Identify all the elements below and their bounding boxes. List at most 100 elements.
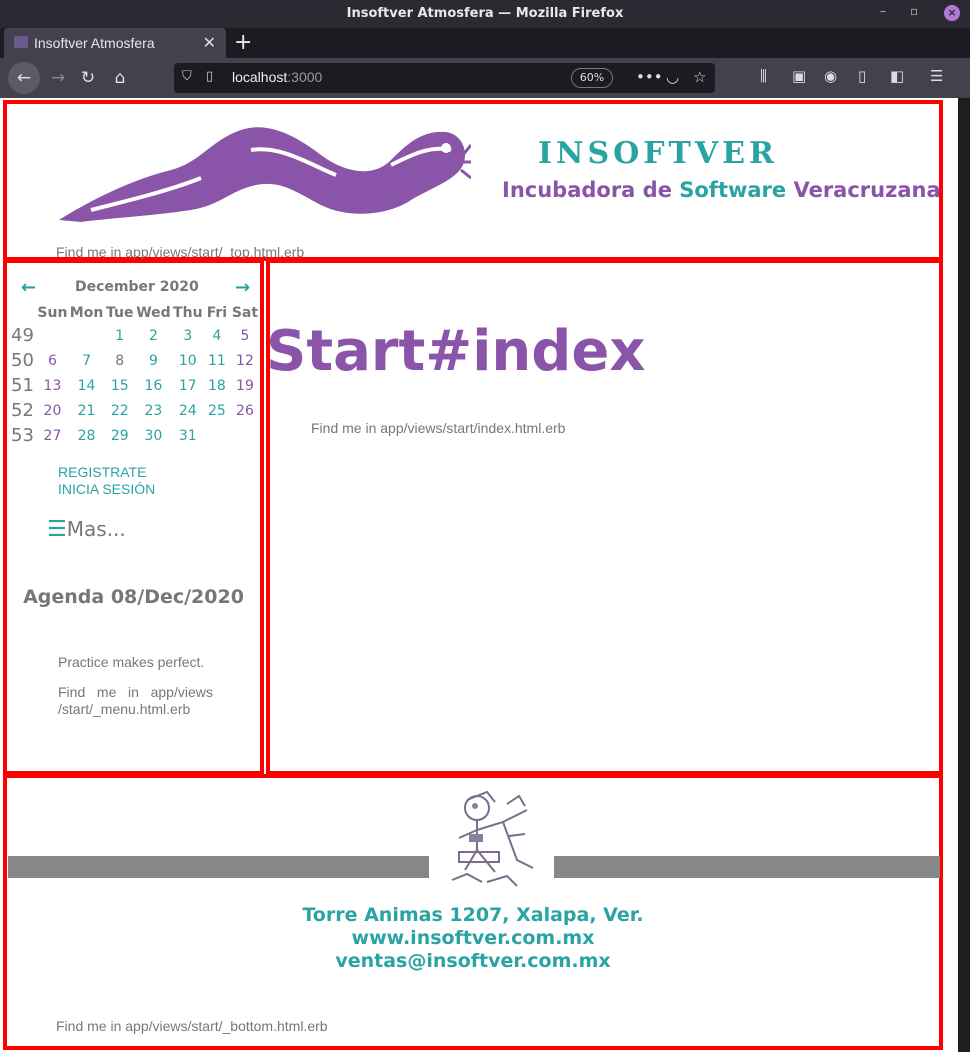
weekday-header: Fri (206, 305, 228, 321)
menu-findme-line2: /start/_menu.html.erb (58, 701, 191, 717)
calendar-day[interactable]: 10 (172, 348, 204, 373)
maximize-icon[interactable]: ▫ (910, 4, 918, 18)
bottom-section: Torre Animas 1207, Xalapa, Ver. www.inso… (3, 774, 943, 1050)
calendar-day[interactable]: 6 (36, 348, 69, 373)
page-viewport: INSOFTVER Incubadora de Software Veracru… (0, 98, 958, 1052)
calendar-week-row: 52 20 21 22 23 24 25 26 (11, 398, 260, 423)
footer-divider-left (8, 856, 429, 878)
calendar-header: ← December 2020 → (15, 277, 255, 298)
favicon-icon (14, 36, 28, 48)
pocket-icon[interactable]: ◡ (666, 68, 679, 86)
calendar-day[interactable]: 4 (204, 323, 230, 348)
prev-month-arrow-icon[interactable]: ← (21, 277, 36, 298)
url-text[interactable]: localhost:3000 (232, 69, 322, 85)
calendar-day (69, 323, 105, 348)
calendar-day[interactable]: 12 (230, 348, 260, 373)
calendar-day[interactable]: 11 (204, 348, 230, 373)
footer-address: Torre Animas 1207, Xalapa, Ver. (302, 904, 644, 926)
weekday-header: Tue (106, 305, 134, 321)
calendar-day[interactable]: 26 (230, 398, 260, 423)
weekday-header: Sun (37, 305, 68, 321)
calendar-day[interactable]: 7 (69, 348, 105, 373)
calendar-day[interactable]: 3 (172, 323, 204, 348)
calendar-grid: Sun Mon Tue Wed Thu Fri Sat 49 1 2 3 4 5 50 6 7 8 9 10 11 1… (11, 303, 260, 448)
calendar-day[interactable]: 20 (36, 398, 69, 423)
library-icon[interactable]: ⫼ (760, 67, 767, 85)
shield-icon[interactable]: ⛉ (182, 69, 192, 84)
calendar-day[interactable]: 13 (36, 373, 69, 398)
calendar-day[interactable]: 25 (204, 398, 230, 423)
tab-close-icon[interactable]: ✕ (203, 33, 216, 52)
week-number: 51 (11, 375, 34, 396)
calendar-day[interactable]: 15 (104, 373, 135, 398)
page-actions-icon[interactable]: ••• (636, 68, 663, 86)
quote-text: Practice makes perfect. (58, 654, 205, 670)
next-month-arrow-icon[interactable]: → (235, 277, 250, 298)
calendar-week-row: 51 13 14 15 16 17 18 19 (11, 373, 260, 398)
sidebar-icon[interactable]: ▣ (792, 67, 806, 85)
calendar-day[interactable]: 5 (230, 323, 260, 348)
device-icon[interactable]: ▯ (858, 67, 866, 85)
login-link[interactable]: INICIA SESIÓN (58, 481, 155, 497)
calendar-day[interactable]: 9 (135, 348, 171, 373)
calendar-day[interactable]: 19 (230, 373, 260, 398)
calendar-day[interactable]: 23 (135, 398, 171, 423)
calendar-day[interactable]: 18 (204, 373, 230, 398)
tab-label: Insoftver Atmosfera (34, 35, 155, 51)
brand-subtitle: Incubadora de Software Veracruzana (502, 178, 941, 202)
page-title: Start#index (266, 319, 646, 384)
footer-email[interactable]: ventas@insoftver.com.mx (7, 950, 939, 972)
menu-findme-line1: Find me in app/views (58, 684, 213, 700)
calendar-day[interactable]: 30 (135, 423, 171, 448)
extension-icon[interactable]: ◉ (824, 67, 837, 85)
calendar-day[interactable]: 1 (104, 323, 135, 348)
calendar-month: December 2020 (75, 279, 199, 295)
reload-icon[interactable]: ↻ (74, 64, 102, 92)
calendar-day[interactable]: 16 (135, 373, 171, 398)
calendar-day[interactable]: 31 (172, 423, 204, 448)
menu-icon[interactable]: ☰ (930, 67, 943, 85)
bottom-findme: Find me in app/views/start/_bottom.html.… (56, 1018, 328, 1034)
calendar-day[interactable]: 14 (69, 373, 105, 398)
calendar-day[interactable]: 22 (104, 398, 135, 423)
bookmark-star-icon[interactable]: ☆ (693, 68, 706, 86)
calendar-day[interactable]: 24 (172, 398, 204, 423)
calendar-day (204, 423, 230, 448)
tab-strip: Insoftver Atmosfera ✕ + (0, 28, 970, 58)
window-titlebar: Insoftver Atmosfera — Mozilla Firefox – … (0, 0, 970, 28)
calendar-day[interactable]: 8 (104, 348, 135, 373)
page-info-icon[interactable]: ▯ (206, 69, 213, 84)
background-editor-strip (958, 98, 970, 1052)
week-number: 49 (11, 325, 34, 346)
back-icon[interactable]: ← (8, 62, 40, 94)
calendar-day[interactable]: 2 (135, 323, 171, 348)
window-title: Insoftver Atmosfera — Mozilla Firefox (346, 6, 624, 21)
weekday-header: Wed (136, 305, 171, 321)
addon-icon[interactable]: ◧ (890, 67, 904, 85)
new-tab-icon[interactable]: + (234, 30, 252, 55)
serpent-logo (59, 127, 471, 222)
close-window-icon[interactable]: × (944, 5, 960, 21)
tab-insoftver[interactable]: Insoftver Atmosfera ✕ (4, 28, 226, 58)
calendar-week-row: 49 1 2 3 4 5 (11, 323, 260, 348)
url-bar[interactable]: ⛉ ▯ localhost:3000 60% ••• ◡ ☆ (174, 63, 715, 93)
top-section: INSOFTVER Incubadora de Software Veracru… (3, 100, 943, 261)
calendar-day[interactable]: 27 (36, 423, 69, 448)
footer-divider-right (554, 856, 940, 878)
calendar-day[interactable]: 17 (172, 373, 204, 398)
weekday-header: Sat (231, 305, 259, 321)
calendar-week-row: 53 27 28 29 30 31 (11, 423, 260, 448)
minimize-icon[interactable]: – (880, 4, 886, 18)
more-menu-button[interactable]: ☰Mas... (47, 517, 126, 542)
calendar-day[interactable]: 29 (104, 423, 135, 448)
calendar-day[interactable]: 21 (69, 398, 105, 423)
top-findme: Find me in app/views/start/_top.html.erb (56, 244, 305, 260)
home-icon[interactable]: ⌂ (106, 64, 134, 92)
forward-icon[interactable]: → (44, 64, 72, 92)
footer-website[interactable]: www.insoftver.com.mx (7, 927, 939, 949)
register-link[interactable]: REGISTRATE (58, 464, 146, 480)
main-findme: Find me in app/views/start/index.html.er… (311, 420, 566, 436)
menu-section: ← December 2020 → Sun Mon Tue Wed Thu Fri Sat … (3, 259, 264, 775)
zoom-badge[interactable]: 60% (571, 68, 613, 88)
calendar-day[interactable]: 28 (69, 423, 105, 448)
